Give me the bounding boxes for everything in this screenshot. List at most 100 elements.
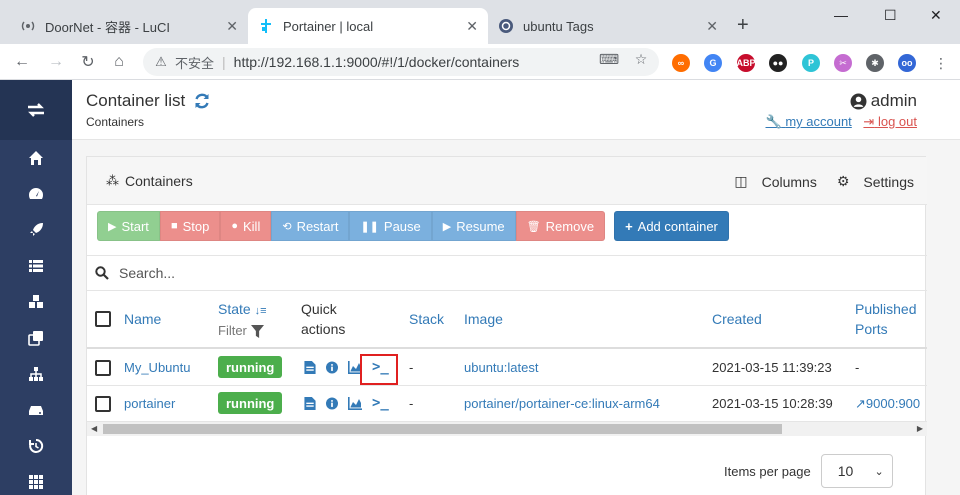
search-input[interactable]: Search... bbox=[119, 265, 175, 281]
resume-button[interactable]: ▶ Resume bbox=[431, 211, 516, 241]
restart-button[interactable]: ⟲ Restart bbox=[271, 211, 350, 241]
my-account-link[interactable]: 🔧 my account bbox=[766, 114, 852, 129]
translate-page-icon[interactable]: ⌨ bbox=[599, 50, 619, 68]
info-icon[interactable] bbox=[326, 361, 338, 374]
close-icon[interactable]: ✕ bbox=[226, 17, 238, 35]
stop-label: Stop bbox=[182, 218, 210, 234]
action-buttons: ▶ Start ■ Stop ● Kill ⟲ Restart ❚❚ Pause ▶ Res… bbox=[97, 211, 729, 241]
sidebar-item-events[interactable] bbox=[0, 428, 72, 464]
settings-button[interactable]: ⚙ Settings bbox=[827, 173, 914, 190]
browser-tab-luci[interactable]: DoorNet - 容器 - LuCI ✕ bbox=[10, 8, 248, 44]
browser-menu-icon[interactable]: ⋮ bbox=[932, 54, 950, 72]
puzzle-icon[interactable]: ✱ bbox=[866, 54, 884, 72]
sidebar-item-networks[interactable] bbox=[0, 356, 72, 392]
table-row[interactable]: portainer running >_ - portainer/portain… bbox=[87, 386, 927, 422]
sidebar-item-images[interactable] bbox=[0, 320, 72, 356]
rocket-icon bbox=[30, 223, 43, 236]
column-stack[interactable]: Stack bbox=[409, 309, 444, 329]
container-name-link[interactable]: My_Ubuntu bbox=[124, 359, 190, 377]
window-close-icon[interactable]: ✕ bbox=[930, 6, 942, 24]
select-all-checkbox[interactable] bbox=[95, 311, 111, 327]
warning-icon[interactable]: ⚠ bbox=[153, 54, 169, 70]
sidebar-item-stacks[interactable] bbox=[0, 248, 72, 284]
sidebar-item-containers[interactable] bbox=[0, 284, 72, 320]
browser-tab-ubuntu[interactable]: ubuntu Tags ✕ bbox=[488, 8, 728, 44]
scroll-right-icon[interactable]: ▶ bbox=[917, 422, 923, 436]
table-row[interactable]: My_Ubuntu running >_ - ubuntu:latest 202… bbox=[87, 350, 927, 386]
column-image[interactable]: Image bbox=[464, 309, 503, 329]
published-port-link[interactable]: ↗9000:900 bbox=[855, 395, 920, 413]
image-link[interactable]: portainer/portainer-ce:linux-arm64 bbox=[464, 395, 660, 413]
reload-icon[interactable]: ↻ bbox=[76, 50, 100, 74]
pause-icon: ❚❚ bbox=[360, 220, 379, 233]
sidebar-item-dashboard[interactable] bbox=[0, 176, 72, 212]
logs-icon[interactable] bbox=[304, 360, 316, 374]
sidebar-item-host[interactable] bbox=[0, 464, 72, 495]
sidebar-item-home[interactable] bbox=[0, 140, 72, 176]
start-label: Start bbox=[121, 218, 149, 234]
container-name-link[interactable]: portainer bbox=[124, 395, 175, 413]
close-icon[interactable]: ✕ bbox=[706, 17, 718, 35]
address-bar[interactable]: ⚠ 不安全 | http://192.168.1.1:9000/#!/1/doc… bbox=[143, 48, 659, 76]
start-button[interactable]: ▶ Start bbox=[97, 211, 160, 241]
remove-button[interactable]: 🗑 Remove bbox=[515, 211, 606, 241]
list-icon bbox=[29, 260, 43, 272]
bomb-icon: ● bbox=[231, 220, 238, 232]
highlight-box bbox=[360, 354, 398, 385]
close-icon[interactable]: ✕ bbox=[466, 17, 478, 35]
scroll-left-icon[interactable]: ◀ bbox=[91, 422, 97, 436]
image-link[interactable]: ubuntu:latest bbox=[464, 359, 538, 377]
items-per-page-select[interactable]: 10 ⌄ bbox=[820, 454, 893, 488]
bookmark-star-icon[interactable]: ☆ bbox=[632, 50, 650, 68]
translate-icon[interactable]: G bbox=[704, 54, 722, 72]
tab-title: DoorNet - 容器 - LuCI bbox=[45, 19, 170, 35]
add-container-button[interactable]: + Add container bbox=[614, 211, 729, 241]
search-bar[interactable]: Search... bbox=[87, 255, 927, 291]
kill-button[interactable]: ● Kill bbox=[220, 211, 272, 241]
sync-icon: ⟲ bbox=[282, 220, 292, 233]
column-created[interactable]: Created bbox=[712, 309, 762, 329]
column-state[interactable]: State ↓≡ Filter bbox=[218, 299, 267, 341]
play-icon: ▶ bbox=[442, 220, 452, 233]
containers-widget: ⁂ Containers ◫ Columns ⚙ Settings ▶ Start ■… bbox=[86, 156, 927, 495]
scrollbar-thumb[interactable] bbox=[103, 424, 782, 434]
browser-toolbar: ← → ↻ ⌂ ⚠ 不安全 | http://192.168.1.1:9000/… bbox=[0, 44, 960, 80]
sidebar-toggle[interactable] bbox=[0, 80, 72, 140]
refresh-icon[interactable] bbox=[193, 92, 211, 110]
back-arrow-icon[interactable]: ← bbox=[10, 50, 34, 74]
profile-icon[interactable]: oo bbox=[898, 54, 916, 72]
stop-icon: ■ bbox=[170, 220, 178, 232]
minimize-icon[interactable]: — bbox=[834, 6, 848, 24]
browser-tab-portainer[interactable]: Portainer | local ✕ bbox=[248, 8, 488, 44]
adblock-icon[interactable]: ABP bbox=[737, 54, 756, 72]
column-name[interactable]: Name bbox=[124, 309, 161, 329]
p-extension-icon[interactable]: P bbox=[802, 54, 820, 72]
home-icon[interactable]: ⌂ bbox=[107, 50, 131, 74]
url-text[interactable]: http://192.168.1.1:9000/#!/1/docker/cont… bbox=[234, 54, 520, 70]
logs-icon[interactable] bbox=[304, 396, 316, 410]
infinity-icon[interactable]: ∞ bbox=[672, 54, 690, 72]
user-name: admin bbox=[850, 91, 917, 111]
new-tab-button[interactable]: + bbox=[737, 14, 749, 36]
column-published-line2: Ports bbox=[855, 321, 888, 337]
pause-button[interactable]: ❚❚ Pause bbox=[349, 211, 432, 241]
forward-arrow-icon[interactable]: → bbox=[44, 50, 68, 74]
screenshot-icon[interactable]: ✂ bbox=[834, 54, 852, 72]
stats-icon[interactable] bbox=[348, 396, 362, 410]
log-out-link[interactable]: ⇥ log out bbox=[863, 114, 917, 129]
sidebar-item-volumes[interactable] bbox=[0, 392, 72, 428]
row-checkbox[interactable] bbox=[95, 396, 111, 412]
column-published-ports[interactable]: Published Ports bbox=[855, 299, 917, 339]
tampermonkey-icon[interactable]: ●● bbox=[769, 54, 787, 72]
console-icon[interactable]: >_ bbox=[372, 396, 389, 410]
maximize-icon[interactable]: ☐ bbox=[884, 6, 897, 24]
created-value: 2021-03-15 10:28:39 bbox=[712, 396, 833, 411]
state-filter[interactable]: Filter bbox=[218, 321, 267, 341]
stop-button[interactable]: ■ Stop bbox=[159, 211, 221, 241]
info-icon[interactable] bbox=[326, 397, 338, 410]
horizontal-scrollbar[interactable]: ◀ ▶ bbox=[87, 422, 927, 436]
column-state-label: State bbox=[218, 301, 251, 317]
columns-button[interactable]: ◫ Columns bbox=[724, 173, 816, 190]
row-checkbox[interactable] bbox=[95, 360, 111, 376]
sidebar-item-app-templates[interactable] bbox=[0, 212, 72, 248]
